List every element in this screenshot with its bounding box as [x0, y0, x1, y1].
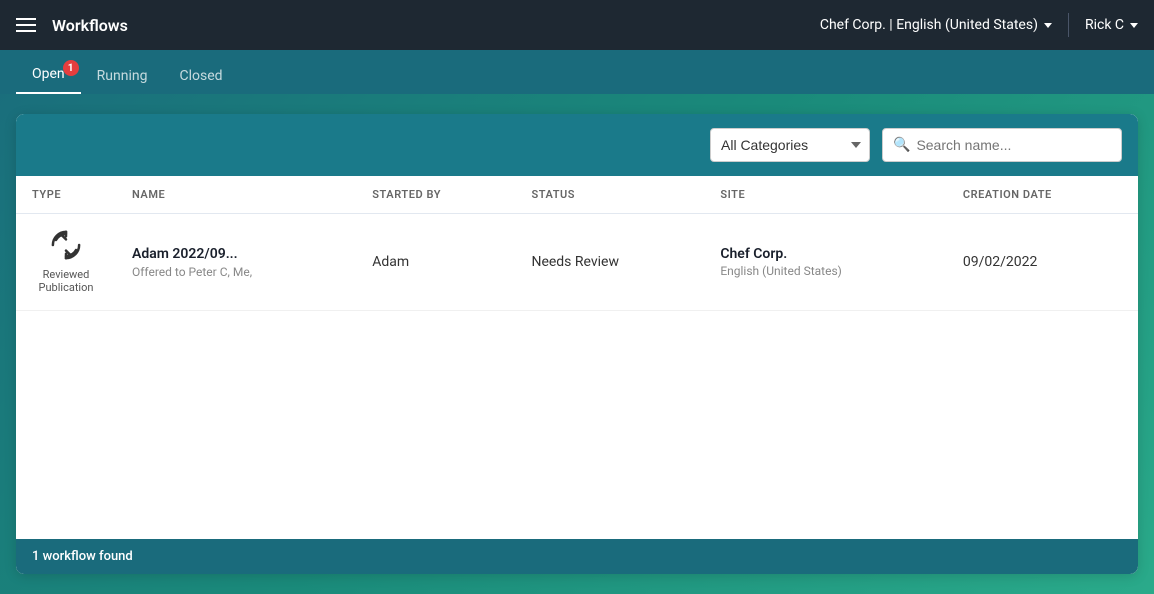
search-input[interactable] [910, 129, 1111, 161]
name-secondary: Offered to Peter C, Me, [132, 265, 340, 279]
col-type: TYPE [16, 176, 116, 214]
col-creation-date: CREATION DATE [947, 176, 1138, 214]
site-secondary: English (United States) [720, 264, 931, 278]
topbar-divider [1068, 13, 1069, 37]
name-primary: Adam 2022/09... [132, 246, 340, 262]
tab-bar: Open 1 Running Closed [0, 50, 1154, 94]
tab-open-label: Open [32, 66, 65, 82]
tab-closed[interactable]: Closed [163, 58, 238, 94]
org-selector[interactable]: Chef Corp. | English (United States) [820, 17, 1052, 33]
search-icon: 🔍 [893, 137, 910, 153]
category-select[interactable]: All Categories Publication Review Approv… [710, 128, 870, 162]
creation-date-cell: 09/02/2022 [947, 214, 1138, 311]
topbar: Workflows Chef Corp. | English (United S… [0, 0, 1154, 50]
site-primary: Chef Corp. [720, 246, 931, 262]
reviewed-publication-icon [51, 230, 81, 260]
started-by-cell: Adam [356, 214, 515, 311]
user-label: Rick C [1085, 17, 1124, 33]
type-label: Reviewed Publication [32, 268, 100, 294]
user-menu[interactable]: Rick C [1085, 17, 1138, 33]
main-content: All Categories Publication Review Approv… [0, 94, 1154, 594]
search-box: 🔍 [882, 128, 1122, 162]
col-started-by: STARTED BY [356, 176, 515, 214]
col-site: SITE [704, 176, 947, 214]
workflow-count: 1 workflow found [32, 549, 133, 564]
table-row[interactable]: Reviewed Publication Adam 2022/09... Off… [16, 214, 1138, 311]
status-cell: Needs Review [515, 214, 704, 311]
table-container: TYPE NAME STARTED BY STATUS SITE CREATIO… [16, 176, 1138, 539]
org-label: Chef Corp. | English (United States) [820, 17, 1038, 33]
col-status: STATUS [515, 176, 704, 214]
type-cell: Reviewed Publication [16, 214, 116, 311]
content-card: All Categories Publication Review Approv… [16, 114, 1138, 574]
tab-open-badge: 1 [63, 60, 79, 76]
filter-bar: All Categories Publication Review Approv… [16, 114, 1138, 176]
app-title: Workflows [52, 16, 820, 35]
tab-running[interactable]: Running [81, 58, 164, 94]
site-cell: Chef Corp. English (United States) [704, 214, 947, 311]
table-header-row: TYPE NAME STARTED BY STATUS SITE CREATIO… [16, 176, 1138, 214]
name-cell: Adam 2022/09... Offered to Peter C, Me, [116, 214, 356, 311]
workflows-table: TYPE NAME STARTED BY STATUS SITE CREATIO… [16, 176, 1138, 311]
org-chevron-icon [1044, 23, 1052, 28]
tab-open[interactable]: Open 1 [16, 56, 81, 94]
tab-running-label: Running [97, 68, 148, 84]
footer-bar: 1 workflow found [16, 539, 1138, 574]
user-chevron-icon [1130, 23, 1138, 28]
hamburger-menu-button[interactable] [16, 18, 36, 32]
tab-closed-label: Closed [179, 68, 222, 84]
col-name: NAME [116, 176, 356, 214]
